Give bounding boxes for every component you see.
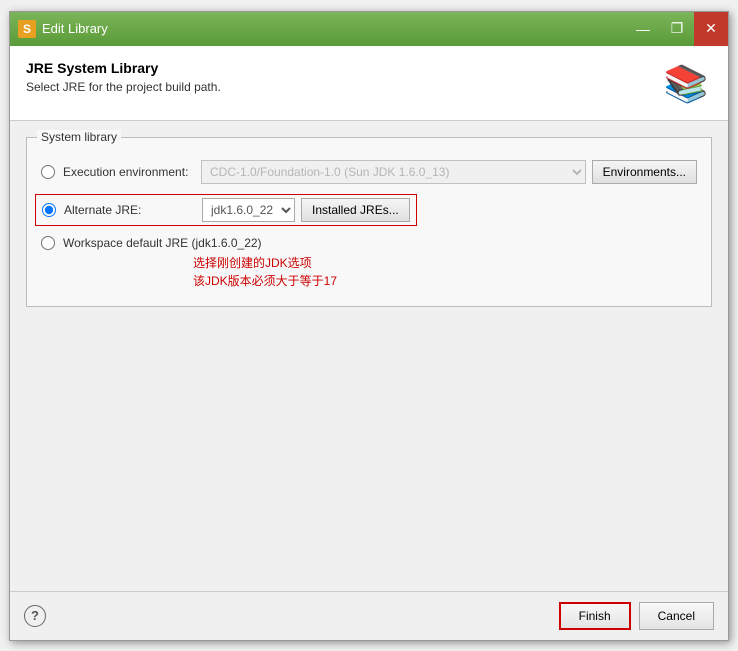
exec-env-label: Execution environment: xyxy=(63,165,193,179)
title-bar: S Edit Library — ❐ ✕ xyxy=(10,12,728,46)
maximize-button[interactable]: ❐ xyxy=(660,12,694,46)
exec-env-select[interactable]: CDC-1.0/Foundation-1.0 (Sun JDK 1.6.0_13… xyxy=(201,160,586,184)
environments-button[interactable]: Environments... xyxy=(592,160,697,184)
app-icon: S xyxy=(18,20,36,38)
group-label: System library xyxy=(37,130,121,144)
alt-jre-row: Alternate JRE: jdk1.6.0_22 Installed JRE… xyxy=(41,194,697,226)
minimize-button[interactable]: — xyxy=(626,12,660,46)
window-title: Edit Library xyxy=(42,21,108,36)
alt-jre-highlight: Alternate JRE: jdk1.6.0_22 Installed JRE… xyxy=(35,194,417,226)
footer: ? Finish Cancel xyxy=(10,591,728,640)
cancel-button[interactable]: Cancel xyxy=(639,602,714,630)
header-title: JRE System Library xyxy=(26,60,221,76)
exec-env-radio[interactable] xyxy=(41,165,55,179)
header-icon: 📚 xyxy=(660,60,712,108)
ws-default-radio[interactable] xyxy=(41,236,55,250)
header-subtitle: Select JRE for the project build path. xyxy=(26,80,221,94)
close-button[interactable]: ✕ xyxy=(694,12,728,46)
content-area: JRE System Library Select JRE for the pr… xyxy=(10,46,728,591)
finish-button[interactable]: Finish xyxy=(559,602,631,630)
exec-env-row: Execution environment: CDC-1.0/Foundatio… xyxy=(41,160,697,184)
ws-default-row: Workspace default JRE (jdk1.6.0_22) xyxy=(41,236,697,250)
annotation-line2: 该JDK版本必须大于等于17 xyxy=(193,272,697,290)
title-bar-controls: — ❐ ✕ xyxy=(626,12,728,46)
alt-jre-select[interactable]: jdk1.6.0_22 xyxy=(202,198,295,222)
annotation-line1: 选择刚创建的JDK选项 xyxy=(193,254,697,272)
help-button[interactable]: ? xyxy=(24,605,46,627)
ws-default-label: Workspace default JRE (jdk1.6.0_22) xyxy=(63,236,262,250)
alt-jre-label: Alternate JRE: xyxy=(64,203,194,217)
main-section: System library Execution environment: CD… xyxy=(10,121,728,591)
installed-jres-button[interactable]: Installed JREs... xyxy=(301,198,410,222)
header-section: JRE System Library Select JRE for the pr… xyxy=(10,46,728,121)
system-library-group: System library Execution environment: CD… xyxy=(26,137,712,307)
edit-library-window: S Edit Library — ❐ ✕ JRE System Library … xyxy=(9,11,729,641)
annotation: 选择刚创建的JDK选项 该JDK版本必须大于等于17 xyxy=(193,254,697,290)
alt-jre-radio[interactable] xyxy=(42,203,56,217)
